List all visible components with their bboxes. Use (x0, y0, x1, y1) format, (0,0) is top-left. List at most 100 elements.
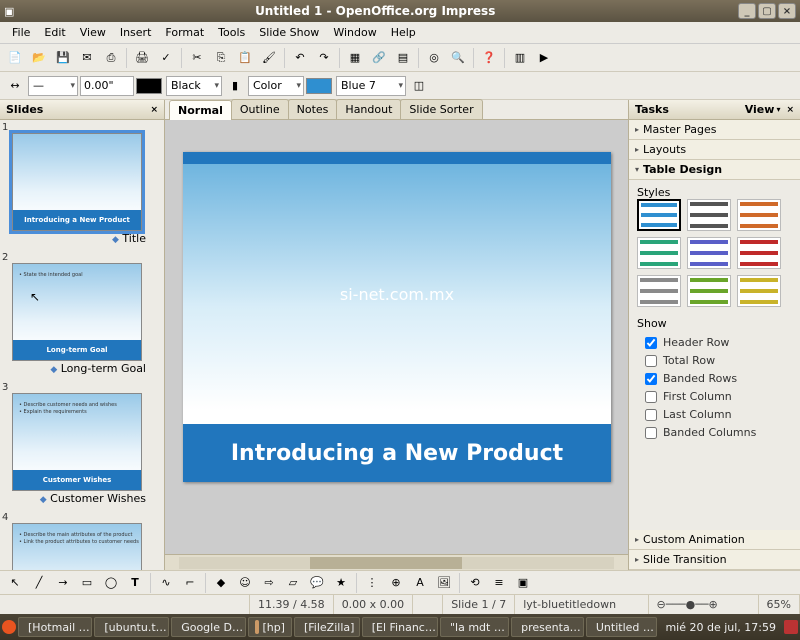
glue-tool[interactable]: ⊕ (385, 572, 407, 594)
menu-insert[interactable]: Insert (114, 24, 158, 41)
table-style[interactable] (687, 237, 731, 269)
rotate-tool[interactable]: ⟲ (464, 572, 486, 594)
taskbar-item[interactable]: [hp] (248, 617, 292, 637)
view-tab-normal[interactable]: Normal (169, 100, 232, 120)
menu-file[interactable]: File (6, 24, 36, 41)
show-option-banded-columns[interactable]: Banded Columns (645, 426, 792, 439)
menu-help[interactable]: Help (385, 24, 422, 41)
gallery-button[interactable]: ▥ (509, 47, 531, 69)
start-button[interactable] (2, 620, 16, 634)
rectangle-tool[interactable]: ▭ (76, 572, 98, 594)
basic-shapes-tool[interactable]: ◆ (210, 572, 232, 594)
view-tab-handout[interactable]: Handout (336, 99, 401, 119)
block-arrows-tool[interactable]: ⇨ (258, 572, 280, 594)
stars-tool[interactable]: ★ (330, 572, 352, 594)
arrange-tool[interactable]: ▣ (512, 572, 534, 594)
table-style[interactable] (687, 199, 731, 231)
table-button[interactable]: ▤ (392, 47, 414, 69)
line-width-spin[interactable]: 0.00" (80, 76, 134, 96)
line-style-combo[interactable]: — (28, 76, 78, 96)
taskbar-item[interactable]: [FileZilla] (294, 617, 360, 637)
task-section-slide-transition[interactable]: ▸Slide Transition (629, 550, 800, 570)
fontwork-tool[interactable]: A (409, 572, 431, 594)
flowchart-tool[interactable]: ▱ (282, 572, 304, 594)
hyperlink-button[interactable]: 🔗 (368, 47, 390, 69)
symbol-shapes-tool[interactable]: ☺ (234, 572, 256, 594)
line-color-swatch[interactable] (136, 78, 162, 94)
shadow-button[interactable]: ◫ (408, 75, 430, 97)
select-tool[interactable]: ↖ (4, 572, 26, 594)
menu-slide-show[interactable]: Slide Show (253, 24, 325, 41)
view-tab-outline[interactable]: Outline (231, 99, 289, 119)
save-button[interactable]: 💾 (52, 47, 74, 69)
taskbar-item[interactable]: Untitled … (586, 617, 658, 637)
slide-list[interactable]: 1Introducing a New Product◆ Title2• Stat… (0, 120, 164, 570)
ellipse-tool[interactable]: ◯ (100, 572, 122, 594)
points-tool[interactable]: ⋮ (361, 572, 383, 594)
current-slide[interactable]: si-net.com.mx Introducing a New Product (183, 152, 611, 482)
menu-view[interactable]: View (74, 24, 112, 41)
email-button[interactable]: ✉ (76, 47, 98, 69)
tasks-panel-close-icon[interactable]: × (786, 105, 794, 115)
status-zoom[interactable]: 65% (759, 595, 800, 614)
chart-button[interactable]: ▦ (344, 47, 366, 69)
menu-window[interactable]: Window (327, 24, 382, 41)
copy-button[interactable]: ⎘ (210, 47, 232, 69)
slide-thumb[interactable]: 4• Describe the main attributes of the p… (2, 512, 152, 570)
help-button[interactable]: ❓ (478, 47, 500, 69)
menu-edit[interactable]: Edit (38, 24, 71, 41)
close-button[interactable]: × (778, 3, 796, 19)
curve-tool[interactable]: ∿ (155, 572, 177, 594)
shutdown-icon[interactable] (784, 620, 798, 634)
slide-canvas[interactable]: si-net.com.mx Introducing a New Product (165, 120, 628, 554)
line-tool[interactable]: ╱ (28, 572, 50, 594)
format-paint-button[interactable]: 🖌 (258, 47, 280, 69)
status-zoom-slider[interactable]: ⊖───●──⊕ (649, 595, 759, 614)
undo-button[interactable]: ↶ (289, 47, 311, 69)
connector-tool[interactable]: ⌐ (179, 572, 201, 594)
task-section-master-pages[interactable]: ▸Master Pages (629, 120, 800, 140)
spellcheck-button[interactable]: ✓ (155, 47, 177, 69)
taskbar-item[interactable]: Google D… (171, 617, 245, 637)
text-tool[interactable]: T (124, 572, 146, 594)
table-style[interactable] (687, 275, 731, 307)
area-button[interactable]: ▮ (224, 75, 246, 97)
fill-color-combo[interactable]: Blue 7 (336, 76, 406, 96)
horizontal-scrollbar[interactable] (165, 554, 628, 570)
minimize-button[interactable]: _ (738, 3, 756, 19)
taskbar-item[interactable]: [El Financ… (362, 617, 438, 637)
menu-tools[interactable]: Tools (212, 24, 251, 41)
taskbar-item[interactable]: [Hotmail … (18, 617, 92, 637)
pdf-button[interactable]: ⎙ (100, 47, 122, 69)
align-tool[interactable]: ≡ (488, 572, 510, 594)
arrow-tool[interactable]: → (52, 572, 74, 594)
slide-title[interactable]: Introducing a New Product (183, 424, 611, 482)
slide-thumb[interactable]: 1Introducing a New Product◆ Title (2, 122, 152, 248)
table-style[interactable] (637, 199, 681, 231)
task-section-custom-animation[interactable]: ▸Custom Animation (629, 530, 800, 550)
zoom-button[interactable]: 🔍 (447, 47, 469, 69)
paste-button[interactable]: 📋 (234, 47, 256, 69)
show-option-header-row[interactable]: Header Row (645, 336, 792, 349)
show-option-last-column[interactable]: Last Column (645, 408, 792, 421)
slide-thumb[interactable]: 3• Describe customer needs and wishes• E… (2, 382, 152, 508)
table-style[interactable] (637, 237, 681, 269)
line-color-combo[interactable]: Black (166, 76, 222, 96)
menu-format[interactable]: Format (159, 24, 210, 41)
arrow-style-button[interactable]: ↔ (4, 75, 26, 97)
taskbar-item[interactable]: presenta… (511, 617, 584, 637)
print-button[interactable]: 🖨 (131, 47, 153, 69)
taskbar-item[interactable]: [ubuntu.t… (94, 617, 169, 637)
show-option-total-row[interactable]: Total Row (645, 354, 792, 367)
callouts-tool[interactable]: 💬 (306, 572, 328, 594)
fill-style-combo[interactable]: Color (248, 76, 304, 96)
view-tab-slide-sorter[interactable]: Slide Sorter (400, 99, 482, 119)
fill-color-swatch[interactable] (306, 78, 332, 94)
new-button[interactable]: 📄 (4, 47, 26, 69)
table-style[interactable] (737, 199, 781, 231)
view-tab-notes[interactable]: Notes (288, 99, 338, 119)
from-file-tool[interactable]: 🖼 (433, 572, 455, 594)
slide-thumb[interactable]: 2• State the intended goalLong-term Goal… (2, 252, 152, 378)
redo-button[interactable]: ↷ (313, 47, 335, 69)
taskbar-item[interactable]: "la mdt … (440, 617, 509, 637)
